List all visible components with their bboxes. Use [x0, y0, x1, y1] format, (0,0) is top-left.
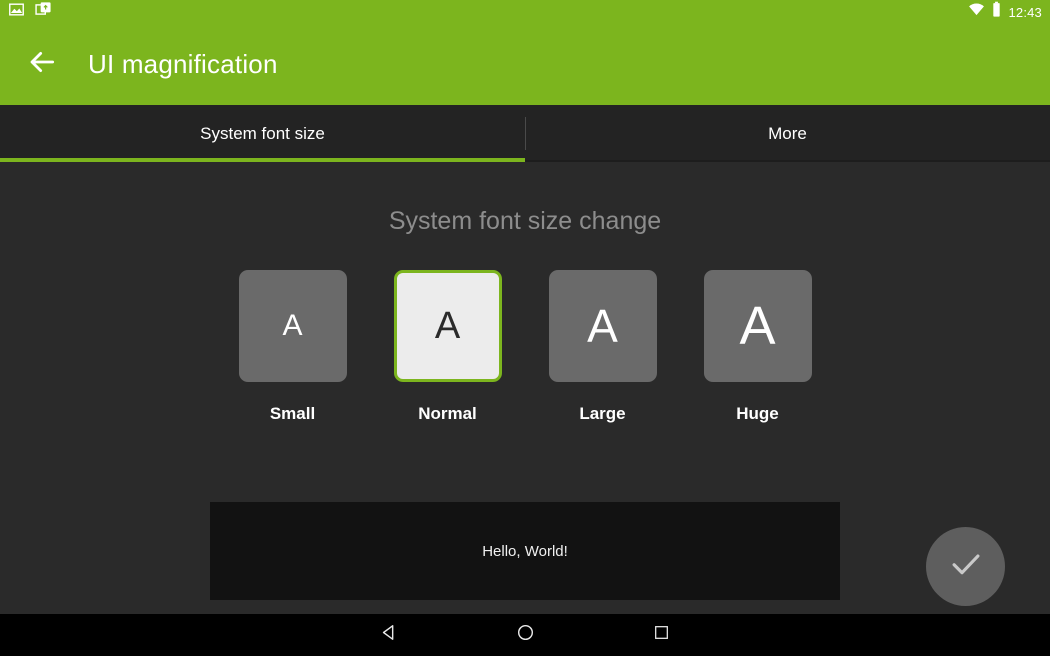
- font-size-option-normal[interactable]: A Normal: [392, 270, 504, 424]
- font-size-option-small[interactable]: A Small: [237, 270, 349, 424]
- font-size-tile-small[interactable]: A: [238, 270, 347, 382]
- triangle-left-icon: [380, 623, 399, 647]
- tab-bar: System font size More: [0, 105, 1050, 162]
- font-size-option-large[interactable]: A Large: [547, 270, 659, 424]
- tab-system-font-size[interactable]: System font size: [0, 105, 525, 162]
- arrow-left-icon: [26, 46, 58, 83]
- font-preview-panel: Hello, World!: [210, 502, 840, 600]
- wifi-icon: [968, 1, 985, 23]
- font-sample-letter: A: [282, 309, 303, 342]
- back-nav-button[interactable]: [365, 614, 413, 656]
- font-size-tile-huge[interactable]: A: [703, 270, 812, 382]
- font-size-tile-large[interactable]: A: [548, 270, 657, 382]
- font-size-options: A Small A Normal A Large A Huge: [0, 270, 1050, 424]
- screenshot-icon: [35, 1, 52, 23]
- font-size-option-huge[interactable]: A Huge: [702, 270, 814, 424]
- confirm-fab-button[interactable]: [926, 527, 1005, 606]
- status-bar-right-icons: 12:43: [968, 1, 1042, 23]
- font-size-label-small: Small: [269, 404, 316, 423]
- android-screen: 12:43 UI magnification System font size …: [0, 0, 1050, 656]
- font-size-label-normal: Normal: [418, 404, 477, 423]
- square-icon: [653, 624, 670, 646]
- check-icon: [947, 545, 985, 588]
- font-size-label-large: Large: [579, 404, 626, 423]
- font-size-tile-normal[interactable]: A: [393, 270, 502, 382]
- tab-divider: [525, 117, 526, 150]
- recents-nav-button[interactable]: [637, 614, 685, 656]
- section-title: System font size change: [388, 207, 662, 235]
- font-sample-letter: A: [587, 300, 618, 352]
- back-button[interactable]: [14, 37, 70, 93]
- main-content: System font size change A Small A Normal…: [0, 162, 1050, 614]
- battery-icon: [991, 1, 1002, 23]
- status-bar: 12:43: [0, 0, 1050, 24]
- image-icon: [8, 1, 25, 23]
- tab-more[interactable]: More: [525, 105, 1050, 162]
- app-bar: UI magnification: [0, 24, 1050, 105]
- status-bar-clock: 12:43: [1008, 4, 1042, 20]
- font-sample-letter: A: [434, 305, 461, 347]
- preview-text: Hello, World!: [482, 542, 568, 560]
- system-navigation-bar: [0, 614, 1050, 656]
- page-title: UI magnification: [88, 49, 278, 79]
- font-sample-letter: A: [739, 296, 776, 356]
- status-bar-left-icons: [8, 1, 52, 23]
- circle-icon: [516, 623, 535, 647]
- font-size-label-huge: Huge: [736, 404, 779, 423]
- home-nav-button[interactable]: [501, 614, 549, 656]
